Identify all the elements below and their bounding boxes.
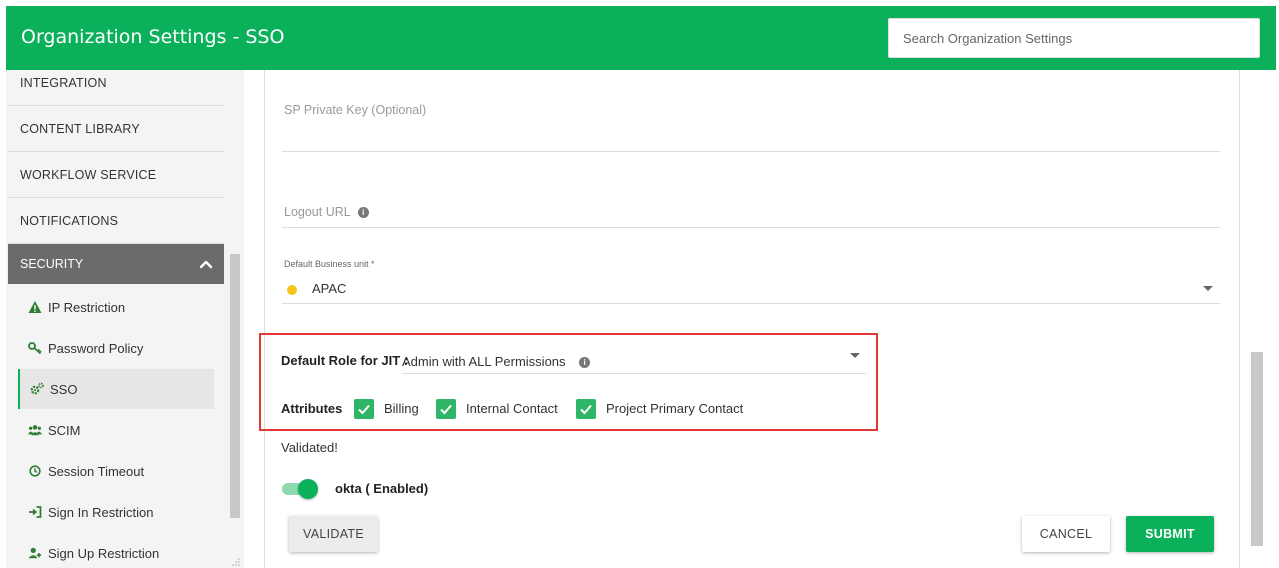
sidebar-subitem-scim[interactable]: SCIM <box>18 410 214 450</box>
default-business-unit-label: Default Business unit * <box>284 259 375 269</box>
check-icon <box>358 404 370 415</box>
okta-toggle-label: okta ( Enabled) <box>335 481 429 496</box>
chevron-down-icon[interactable] <box>850 353 860 358</box>
default-business-unit-select[interactable] <box>282 303 1220 304</box>
validate-button[interactable]: VALIDATE <box>289 516 378 552</box>
search-input[interactable] <box>889 19 1259 57</box>
resize-grip-icon[interactable] <box>230 556 242 568</box>
warning-icon <box>28 300 42 314</box>
sp-private-key-field[interactable] <box>282 151 1220 152</box>
submit-button[interactable]: SUBMIT <box>1126 516 1214 552</box>
check-icon <box>440 404 452 415</box>
sidebar-item-label: INTEGRATION <box>20 75 107 90</box>
app-header: Organization Settings - SSO <box>6 6 1276 70</box>
internal-contact-label: Internal Contact <box>466 401 558 416</box>
internal-contact-checkbox[interactable] <box>436 399 456 419</box>
billing-checkbox[interactable] <box>354 399 374 419</box>
content-scrollbar[interactable] <box>1251 352 1263 546</box>
okta-toggle[interactable] <box>282 479 318 499</box>
chevron-up-icon <box>199 260 213 269</box>
project-primary-contact-label: Project Primary Contact <box>606 401 744 416</box>
jit-role-label: Default Role for JIT : <box>281 353 409 368</box>
sidebar-subitem-label: SSO <box>50 381 78 397</box>
logout-url-field[interactable] <box>282 227 1220 228</box>
sidebar-subitem-label: SCIM <box>48 422 81 438</box>
sidebar-subitem-label: Password Policy <box>48 340 144 356</box>
sidebar-subitem-sign-in-restriction[interactable]: Sign In Restriction <box>18 492 214 532</box>
sidebar-item-integration[interactable]: INTEGRATION <box>8 70 224 106</box>
chevron-down-icon[interactable] <box>1203 286 1213 291</box>
info-icon[interactable]: i <box>579 357 591 369</box>
key-icon <box>28 341 42 355</box>
toggle-knob <box>298 479 318 499</box>
sidebar-scrollbar[interactable] <box>230 254 240 518</box>
clock-icon <box>28 464 42 478</box>
sp-private-key-label: SP Private Key (Optional) <box>284 103 427 117</box>
user-plus-icon <box>28 546 42 560</box>
sidebar-subitem-session-timeout[interactable]: Session Timeout <box>18 451 214 491</box>
sidebar-item-workflow-service[interactable]: WORKFLOW SERVICE <box>8 152 224 198</box>
gears-icon <box>30 382 44 396</box>
default-business-unit-value[interactable]: APAC <box>312 281 346 296</box>
logout-url-text: Logout URL <box>284 205 351 219</box>
search-box[interactable] <box>888 18 1260 58</box>
business-unit-color-dot <box>287 285 297 295</box>
sidebar: INTEGRATION CONTENT LIBRARY WORKFLOW SER… <box>6 70 244 568</box>
attributes-label: Attributes <box>281 401 343 416</box>
sidebar-subitem-label: Session Timeout <box>48 463 145 479</box>
sidebar-subitem-ip-restriction[interactable]: IP Restriction <box>18 287 214 327</box>
check-icon <box>580 404 592 415</box>
sidebar-subitem-label: IP Restriction <box>48 299 126 315</box>
jit-role-text: Admin with ALL Permissions <box>402 354 566 369</box>
jit-role-value[interactable]: Admin with ALL Permissions i <box>402 354 591 369</box>
jit-role-select[interactable] <box>402 373 866 374</box>
sidebar-item-security[interactable]: SECURITY <box>8 244 224 284</box>
sidebar-item-content-library[interactable]: CONTENT LIBRARY <box>8 106 224 152</box>
sidebar-subitem-label: Sign Up Restriction <box>48 545 160 561</box>
sidebar-item-label: SECURITY <box>20 257 84 271</box>
users-icon <box>28 423 42 437</box>
sidebar-item-notifications[interactable]: NOTIFICATIONS <box>8 198 224 244</box>
validation-status: Validated! <box>281 440 338 455</box>
sign-in-icon <box>28 505 42 519</box>
cancel-button[interactable]: CANCEL <box>1022 516 1110 552</box>
logout-url-label: Logout URL i <box>284 205 369 219</box>
sidebar-subitem-sso[interactable]: SSO <box>18 369 214 409</box>
sidebar-subitem-sign-up-restriction[interactable]: Sign Up Restriction <box>18 533 214 568</box>
project-primary-contact-checkbox[interactable] <box>576 399 596 419</box>
sidebar-item-label: WORKFLOW SERVICE <box>20 167 157 182</box>
sidebar-subitem-password-policy[interactable]: Password Policy <box>18 328 214 368</box>
info-icon[interactable]: i <box>357 207 369 219</box>
billing-label: Billing <box>384 401 419 416</box>
sidebar-item-label: CONTENT LIBRARY <box>20 121 140 136</box>
highlight-box <box>259 333 878 431</box>
page-title: Organization Settings - SSO <box>21 26 285 48</box>
sidebar-item-label: NOTIFICATIONS <box>20 213 119 228</box>
sidebar-subitem-label: Sign In Restriction <box>48 504 154 520</box>
